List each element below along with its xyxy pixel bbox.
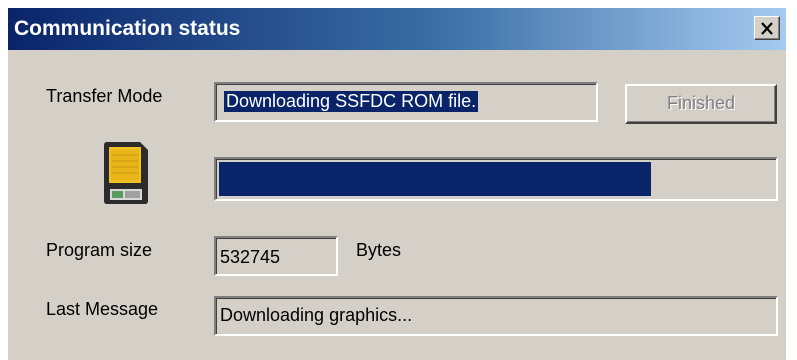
communication-status-dialog: Communication status Transfer Mode Downl… (6, 6, 786, 360)
progress-fill (219, 162, 651, 196)
last-message-value: Downloading graphics... (220, 305, 413, 325)
last-message-field: Downloading graphics... (214, 296, 778, 336)
transfer-mode-field: Downloading SSFDC ROM file. (214, 82, 598, 122)
title-bar: Communication status (8, 8, 786, 50)
progress-bar (214, 157, 778, 201)
smartmedia-card-icon (104, 142, 148, 204)
program-size-field: 532745 (214, 236, 338, 276)
program-size-value: 532745 (220, 247, 281, 267)
last-message-label: Last Message (46, 299, 159, 319)
close-icon (761, 21, 773, 35)
transfer-mode-label: Transfer Mode (46, 86, 163, 106)
transfer-mode-value: Downloading SSFDC ROM file. (224, 91, 479, 112)
close-button[interactable] (754, 16, 780, 40)
finished-button[interactable]: Finished (625, 84, 777, 124)
window-title: Communication status (14, 17, 241, 40)
program-size-label: Program size (46, 240, 153, 260)
bytes-unit-label: Bytes (356, 240, 402, 260)
